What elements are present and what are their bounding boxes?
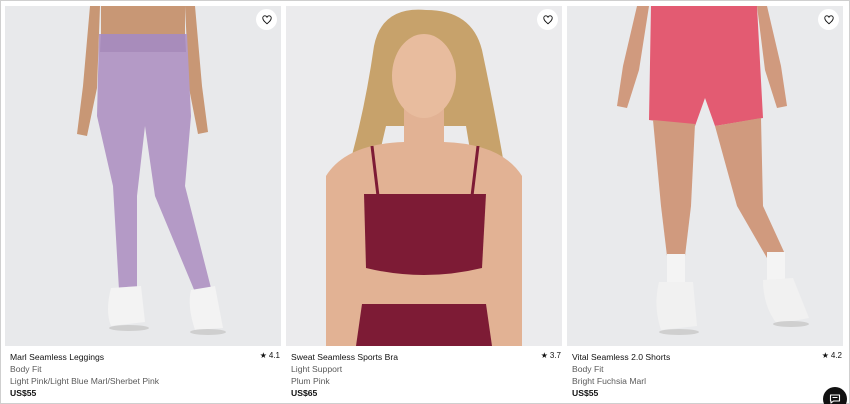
wishlist-button[interactable] (537, 9, 558, 30)
product-fit: Light Support (291, 364, 343, 374)
product-color: Light Pink/Light Blue Marl/Sherbet Pink (10, 376, 160, 386)
star-icon: ★ (259, 351, 267, 360)
product-card[interactable]: Sweat Seamless Sports Bra Light Support … (286, 6, 562, 398)
product-grid: Marl Seamless Leggings Body Fit Light Pi… (5, 6, 843, 398)
product-image[interactable] (5, 6, 281, 346)
product-info: Marl Seamless Leggings Body Fit Light Pi… (5, 346, 281, 398)
product-name[interactable]: Marl Seamless Leggings (10, 351, 276, 363)
product-card[interactable]: Vital Seamless 2.0 Shorts Body Fit Brigh… (567, 6, 843, 398)
product-name[interactable]: Sweat Seamless Sports Bra (291, 351, 557, 363)
rating-value: 4.2 (830, 351, 842, 360)
product-info: Sweat Seamless Sports Bra Light Support … (286, 346, 562, 398)
wishlist-button[interactable] (256, 9, 277, 30)
heart-icon (542, 14, 553, 24)
wishlist-button[interactable] (818, 9, 839, 30)
page-frame: Marl Seamless Leggings Body Fit Light Pi… (0, 0, 850, 404)
sports-bra-model-photo (286, 6, 562, 346)
product-color: Plum Pink (291, 376, 330, 386)
rating-value: 4.1 (268, 351, 280, 360)
heart-icon (261, 14, 272, 24)
star-icon: ★ (821, 351, 829, 360)
product-price: US$65 (291, 388, 318, 398)
shorts-model-photo (567, 6, 843, 346)
product-image[interactable] (567, 6, 843, 346)
product-price: US$55 (10, 388, 37, 398)
star-icon: ★ (540, 351, 548, 360)
chat-icon (829, 394, 841, 404)
product-name[interactable]: Vital Seamless 2.0 Shorts (572, 351, 838, 363)
product-image[interactable] (286, 6, 562, 346)
chat-button[interactable] (823, 387, 847, 404)
product-card[interactable]: Marl Seamless Leggings Body Fit Light Pi… (5, 6, 281, 398)
product-info: Vital Seamless 2.0 Shorts Body Fit Brigh… (567, 346, 843, 398)
product-fit: Body Fit (572, 364, 604, 374)
product-rating: ★ 4.2 (822, 351, 842, 360)
product-fit: Body Fit (10, 364, 42, 374)
product-rating: ★ 3.7 (541, 351, 561, 360)
product-rating: ★ 4.1 (260, 351, 280, 360)
heart-icon (823, 14, 834, 24)
product-color: Bright Fuchsia Marl (572, 376, 647, 386)
product-price: US$55 (572, 388, 599, 398)
leggings-model-photo (5, 6, 281, 346)
rating-value: 3.7 (549, 351, 561, 360)
